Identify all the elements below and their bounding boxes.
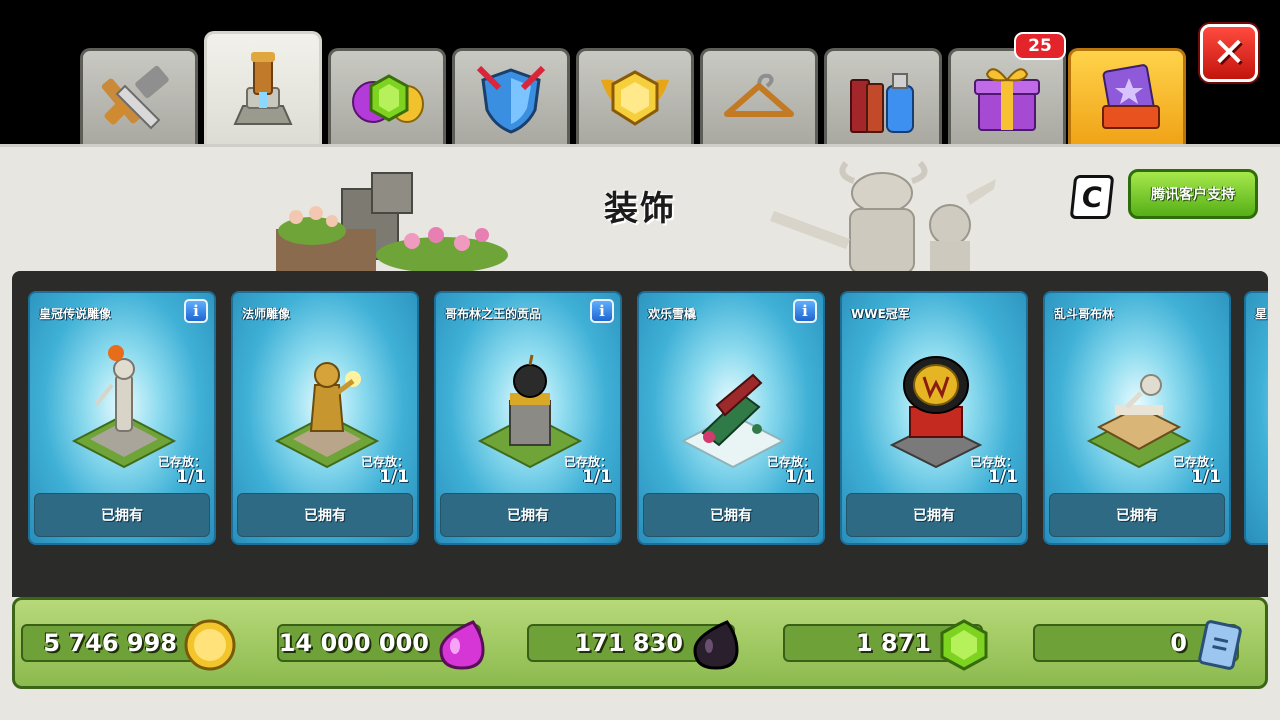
- owned-button[interactable]: 已拥有: [1049, 493, 1225, 537]
- resource-elixir: 14 000 000: [277, 620, 485, 670]
- statue-icon: [233, 52, 293, 125]
- decoration-card-wwe-champion[interactable]: WWE冠军 已存放： 1/1 已拥有: [840, 291, 1028, 545]
- owned-button[interactable]: 已拥有: [237, 493, 413, 537]
- owned-button[interactable]: 已拥有: [846, 493, 1022, 537]
- hanger-icon: [724, 73, 794, 117]
- stored-count: 1/1: [1191, 467, 1221, 487]
- tab-resources[interactable]: [328, 48, 446, 144]
- info-icon[interactable]: i: [590, 299, 614, 323]
- card-title: 欢乐雪橇: [648, 307, 697, 321]
- tab-gifts[interactable]: [948, 48, 1066, 144]
- wwe-belt-icon: [889, 356, 983, 469]
- stored-count: 1/1: [988, 467, 1018, 487]
- card-title: 皇冠传说雕像: [39, 307, 112, 321]
- stored-count: 1/1: [379, 467, 409, 487]
- stored-count: 1/1: [582, 467, 612, 487]
- close-button[interactable]: ✕: [1200, 24, 1258, 82]
- gold-amount: 5 746 998: [43, 629, 177, 657]
- stored-count: 1/1: [785, 467, 815, 487]
- card-title: 法师雕像: [242, 307, 291, 321]
- owned-button[interactable]: 已拥有: [34, 493, 210, 537]
- crown-legend-statue-icon: [71, 345, 177, 469]
- c-logo-button[interactable]: C: [1069, 175, 1115, 219]
- decorations-panel: 装饰 C 腾讯客户支持 皇冠传说雕像 i 已存放： 1/1 已拥有 法师雕像 已…: [0, 144, 1280, 720]
- decoration-card-goblin-king-tribute[interactable]: 哥布林之王的贡品 i 已存放： 1/1 已拥有: [434, 291, 622, 545]
- info-icon[interactable]: i: [793, 299, 817, 323]
- tab-decorations[interactable]: [204, 31, 322, 146]
- stored-count: 1/1: [176, 467, 206, 487]
- close-icon: ✕: [1212, 30, 1246, 76]
- decoration-card-partial[interactable]: 星: [1244, 291, 1268, 545]
- gem-icon: [940, 619, 988, 671]
- decoration-card-wizard-statue[interactable]: 法师雕像 已存放： 1/1 已拥有: [231, 291, 419, 545]
- decorations-screen: 25 ✕ 装饰 C 腾讯客户支持 皇冠传说雕像 i 已存放： 1/1 已拥有 法…: [0, 0, 1280, 720]
- owned-button[interactable]: 已拥有: [440, 493, 616, 537]
- tickets-amount: 0: [1170, 629, 1187, 657]
- gems-coins-icon: [352, 73, 424, 123]
- card-title: WWE冠军: [851, 307, 910, 321]
- resource-dark-elixir: 171 830: [527, 620, 739, 670]
- support-button[interactable]: 腾讯客户支持: [1128, 169, 1258, 219]
- resource-tickets: 0: [1033, 620, 1242, 670]
- tab-shop[interactable]: [1068, 48, 1186, 144]
- gems-amount: 1 871: [855, 629, 931, 657]
- goblin-tribute-icon: [477, 354, 583, 469]
- gift-icon: [974, 67, 1040, 131]
- elixir-amount: 14 000 000: [278, 629, 429, 657]
- shield-icon: [476, 65, 546, 134]
- gift-count-badge: 25: [1014, 32, 1066, 60]
- dark-elixir-amount: 171 830: [574, 629, 683, 657]
- wizard-statue-icon: [274, 362, 380, 469]
- resource-gems: 1 871: [783, 619, 988, 671]
- decoration-card-crown-statue[interactable]: 皇冠传说雕像 i 已存放： 1/1 已拥有: [28, 291, 216, 545]
- tab-league[interactable]: [576, 48, 694, 144]
- card-title: 乱斗哥布林: [1054, 307, 1115, 321]
- tab-builder[interactable]: [80, 48, 198, 144]
- owned-button[interactable]: 已拥有: [643, 493, 819, 537]
- info-icon[interactable]: i: [184, 299, 208, 323]
- card-title: 哥布林之王的贡品: [445, 307, 542, 321]
- books-potion-icon: [850, 72, 914, 133]
- tab-skins[interactable]: [700, 48, 818, 144]
- tab-magic-items[interactable]: [824, 48, 942, 144]
- sleigh-icon: [680, 373, 786, 469]
- cards-icon: [1102, 63, 1160, 129]
- decoration-card-sleigh[interactable]: 欢乐雪橇 i 已存放： 1/1 已拥有: [637, 291, 825, 545]
- tab-defense[interactable]: [452, 48, 570, 144]
- card-title: 星: [1255, 307, 1268, 321]
- elixir-drop-icon: [439, 620, 485, 670]
- ticket-icon: [1198, 620, 1242, 670]
- dark-elixir-icon: [693, 620, 739, 670]
- decoration-card-brawl-goblin[interactable]: 乱斗哥布林 已存放： 1/1 已拥有: [1043, 291, 1231, 545]
- league-badge-icon: [601, 69, 669, 126]
- decoration-list[interactable]: 皇冠传说雕像 i 已存放： 1/1 已拥有 法师雕像 已存放： 1/1 已拥有 …: [12, 271, 1268, 597]
- resource-gold: 5 746 998: [21, 619, 236, 671]
- brawl-goblin-icon: [1086, 374, 1192, 469]
- hammer-saw-icon: [101, 65, 169, 129]
- gold-coin-icon: [184, 619, 236, 671]
- resource-bar: 5 746 998 14 000 000 171 830 1 871 0: [12, 597, 1268, 689]
